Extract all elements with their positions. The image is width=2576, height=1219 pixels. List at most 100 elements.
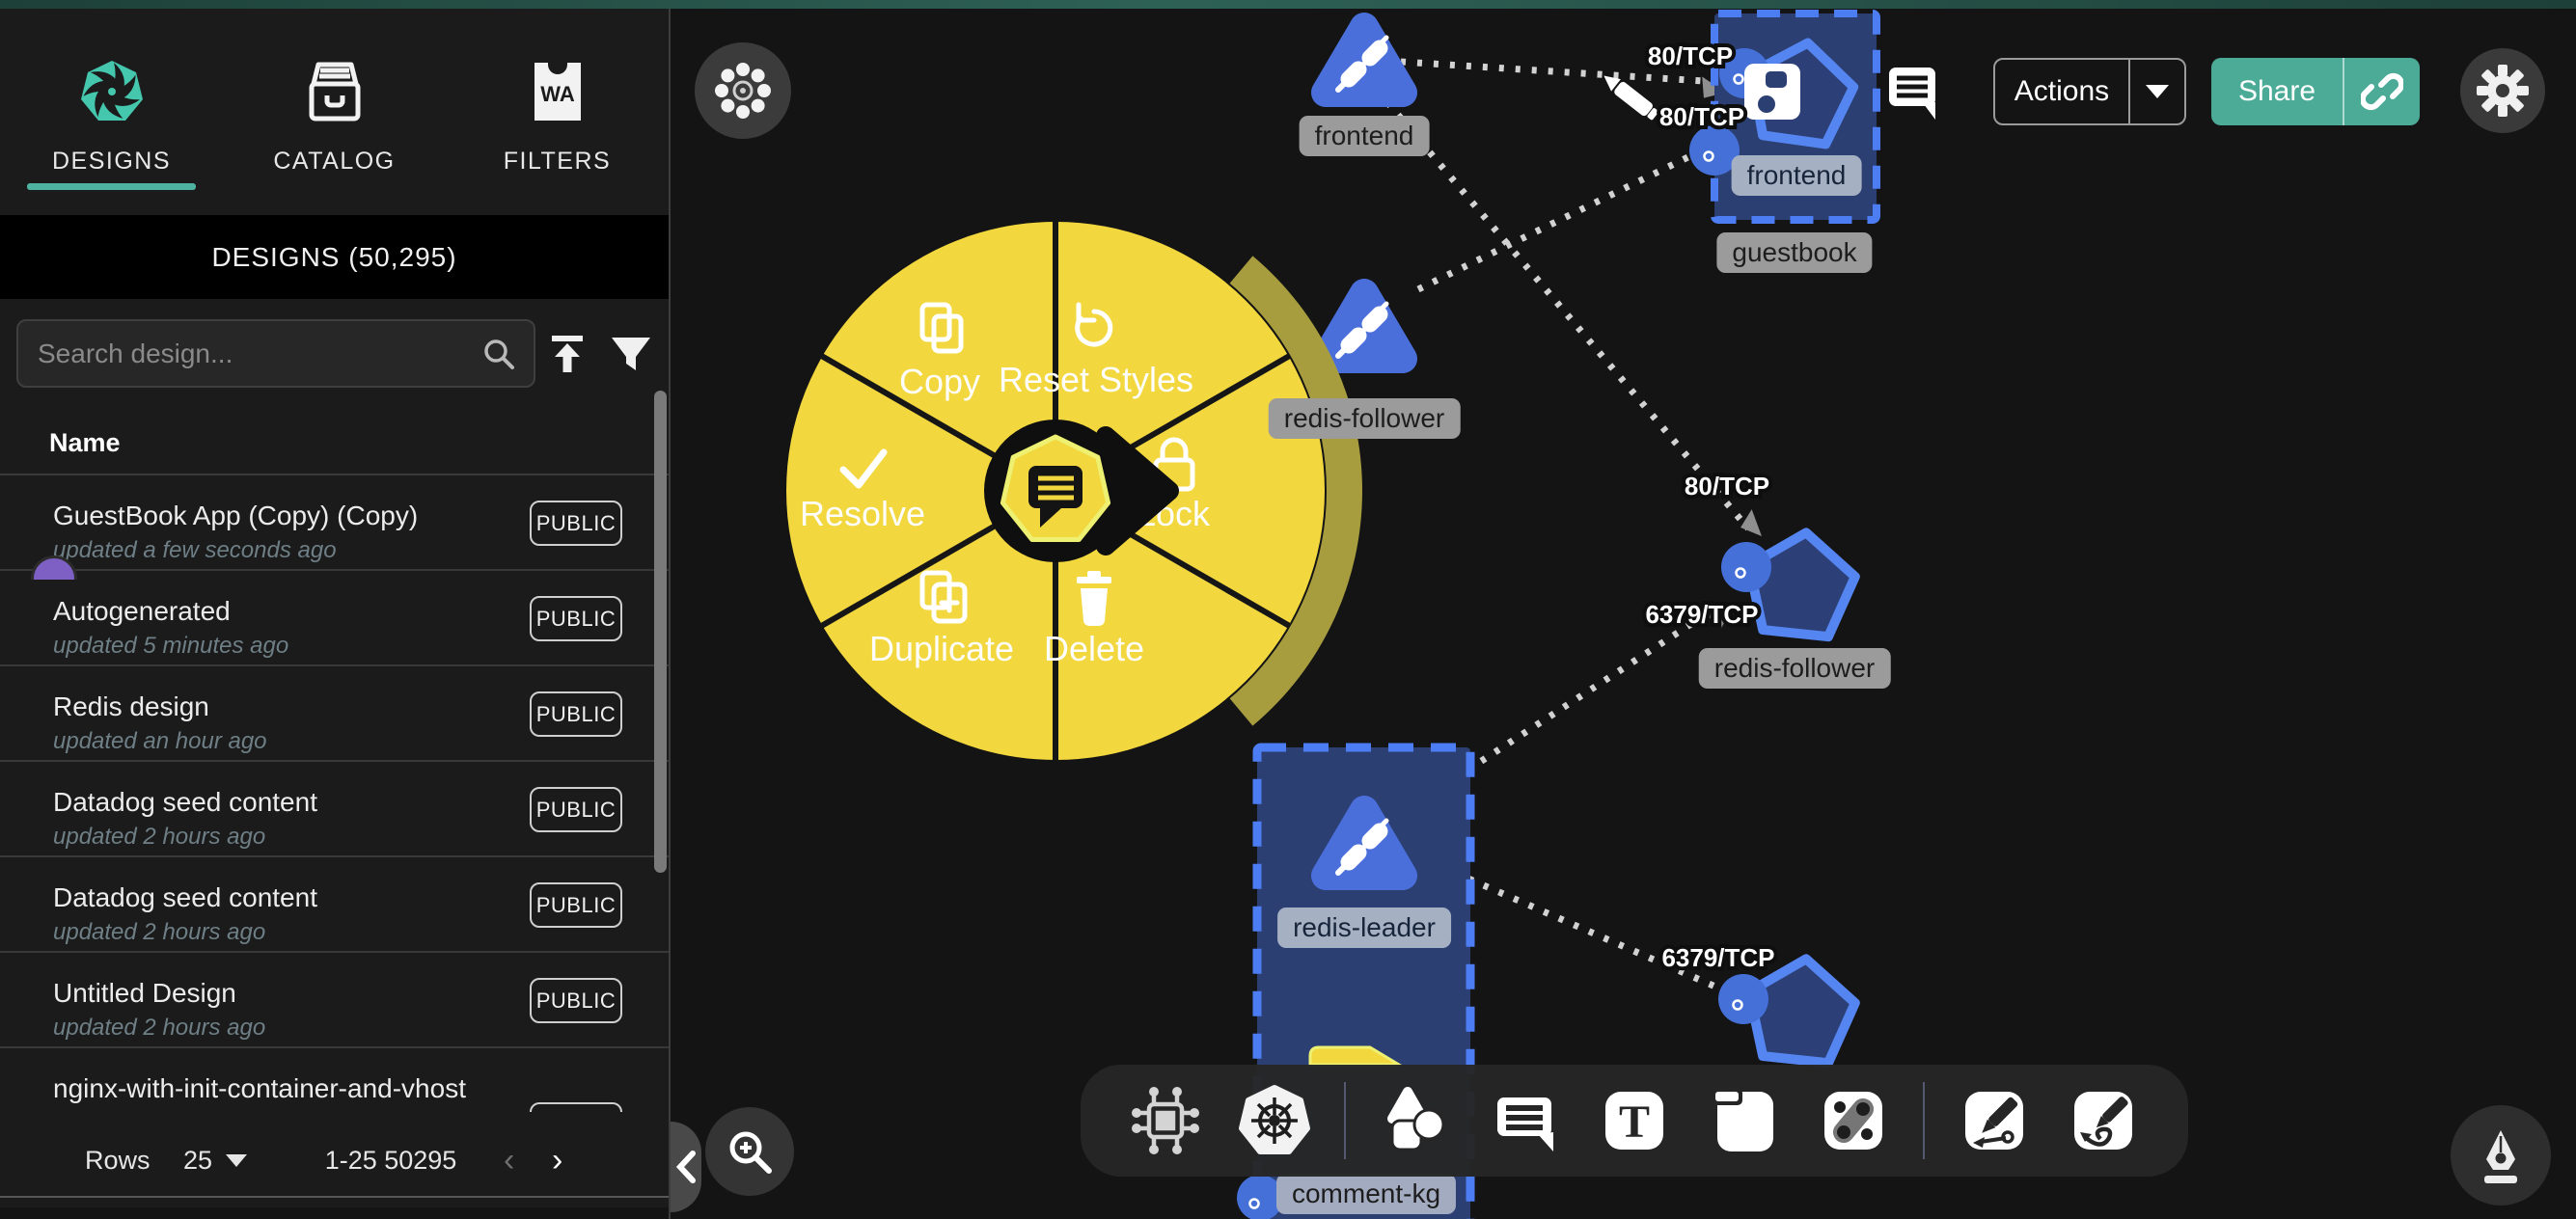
radial-item-duplicate[interactable]: Duplicate bbox=[869, 629, 1014, 668]
design-name: GuestBook App (Copy) (Copy) bbox=[53, 501, 418, 531]
toolbar-divider bbox=[1344, 1082, 1346, 1159]
design-name: nginx-with-init-container-and-vhost bbox=[53, 1073, 466, 1104]
filter-designs-button[interactable] bbox=[604, 328, 658, 382]
sidebar-scrollbar[interactable] bbox=[654, 391, 667, 873]
port-label: 80/TCP bbox=[1685, 472, 1769, 501]
note-tool-icon bbox=[1706, 1082, 1783, 1159]
copy-link-button[interactable] bbox=[2344, 70, 2420, 113]
design-row[interactable]: Datadog seed content updated 2 hours ago… bbox=[0, 762, 669, 857]
redis-follower-triangle[interactable] bbox=[1326, 293, 1403, 359]
radial-item-copy[interactable]: Copy bbox=[899, 362, 980, 401]
search-design-input[interactable] bbox=[18, 339, 480, 369]
actions-label: Actions bbox=[1995, 75, 2128, 108]
design-row[interactable]: Autogenerated updated 5 minutes ago PUBL… bbox=[0, 571, 669, 666]
settings-button[interactable] bbox=[2460, 48, 2545, 133]
active-tab-underline bbox=[27, 183, 196, 190]
comment-bubble-icon[interactable] bbox=[1889, 68, 1935, 120]
design-row[interactable]: Redis design updated an hour ago PUBLIC bbox=[0, 666, 669, 762]
tab-filters-label: FILTERS bbox=[504, 148, 611, 176]
tab-designs[interactable]: DESIGNS bbox=[0, 9, 223, 215]
node-label-redis-follower-service[interactable]: redis-follower bbox=[1699, 648, 1891, 689]
kubernetes-components-button[interactable] bbox=[1225, 1074, 1326, 1167]
designs-count-title: DESIGNS (50,295) bbox=[211, 242, 456, 273]
upload-icon bbox=[544, 332, 590, 378]
visibility-badge[interactable]: PUBLIC bbox=[530, 596, 622, 641]
top-accent-strip bbox=[0, 0, 2576, 9]
radial-item-reset-styles[interactable]: Reset Styles bbox=[999, 360, 1193, 399]
actions-button[interactable]: Actions bbox=[1993, 58, 2186, 125]
share-label: Share bbox=[2211, 75, 2343, 108]
zoom-in-button[interactable] bbox=[705, 1107, 794, 1196]
search-row bbox=[0, 299, 669, 407]
design-row[interactable]: Untitled Design updated 2 hours ago PUBL… bbox=[0, 953, 669, 1048]
edge-draw-tool-button[interactable] bbox=[1944, 1074, 2044, 1167]
design-updated: updated 2 hours ago bbox=[53, 824, 265, 851]
comment-tool-icon bbox=[1486, 1082, 1563, 1159]
edge-frontend-redis-follower[interactable] bbox=[1387, 102, 1748, 528]
visibility-badge[interactable]: PUBLIC bbox=[530, 691, 622, 737]
design-updated: updated a few seconds ago bbox=[53, 537, 337, 564]
zoom-in-icon bbox=[723, 1124, 777, 1178]
visibility-badge[interactable]: PUBLIC bbox=[530, 787, 622, 832]
visibility-badge[interactable]: PUBLIC bbox=[530, 501, 622, 546]
design-name: Autogenerated bbox=[53, 596, 231, 627]
import-design-button[interactable] bbox=[540, 328, 594, 382]
tab-filters[interactable]: WA FILTERS bbox=[446, 9, 669, 215]
share-button[interactable]: Share bbox=[2211, 58, 2420, 125]
shapes-icon bbox=[1377, 1082, 1454, 1159]
kubernetes-icon bbox=[1238, 1084, 1311, 1157]
circuit-board-icon bbox=[1129, 1084, 1202, 1157]
node-label-guestbook-frontend[interactable]: frontend bbox=[1732, 155, 1862, 196]
catalog-archive-icon bbox=[300, 57, 370, 126]
component-picker-button[interactable] bbox=[1115, 1074, 1216, 1167]
toolbar-divider bbox=[1923, 1082, 1925, 1159]
tab-designs-label: DESIGNS bbox=[52, 148, 171, 176]
meshery-logo-icon bbox=[77, 57, 147, 126]
design-updated: updated 2 hours ago bbox=[53, 919, 265, 946]
save-icon[interactable] bbox=[1744, 64, 1800, 120]
design-row[interactable]: GuestBook App (Copy) (Copy) updated a fe… bbox=[0, 475, 669, 571]
text-tool-button[interactable]: T bbox=[1584, 1074, 1685, 1167]
radial-item-delete[interactable]: Delete bbox=[1044, 629, 1144, 668]
visibility-badge[interactable]: PUBLIC bbox=[530, 1102, 622, 1112]
node-label-comment-kg[interactable]: comment-kg bbox=[1276, 1174, 1456, 1214]
design-search-box[interactable] bbox=[16, 319, 535, 388]
chevron-left-icon bbox=[675, 1151, 697, 1183]
shapes-tool-button[interactable] bbox=[1365, 1074, 1466, 1167]
node-label-frontend[interactable]: frontend bbox=[1300, 116, 1430, 156]
note-tool-button[interactable] bbox=[1694, 1074, 1795, 1167]
pen-arrow-icon bbox=[1956, 1082, 2033, 1159]
frontend-triangle[interactable] bbox=[1326, 27, 1403, 93]
sidebar-footer: Rows 25 1-25 50295 ‹ › bbox=[0, 1113, 669, 1219]
comment-tool-button[interactable] bbox=[1475, 1074, 1576, 1167]
design-row[interactable]: nginx-with-init-container-and-vhost PUBL… bbox=[0, 1048, 669, 1112]
next-page-button[interactable]: › bbox=[552, 1142, 562, 1179]
freehand-draw-tool-button[interactable] bbox=[2053, 1074, 2153, 1167]
node-label-redis-follower[interactable]: redis-follower bbox=[1269, 398, 1461, 439]
design-name: Datadog seed content bbox=[53, 787, 317, 818]
tab-catalog-label: CATALOG bbox=[273, 148, 395, 176]
actions-dropdown-toggle[interactable] bbox=[2130, 85, 2184, 98]
visibility-badge[interactable]: PUBLIC bbox=[530, 978, 622, 1023]
layout-freeze-button[interactable] bbox=[695, 42, 791, 139]
group-label-guestbook[interactable]: guestbook bbox=[1716, 232, 1872, 273]
port-circle[interactable] bbox=[1718, 974, 1768, 1024]
link-tool-button[interactable] bbox=[1803, 1074, 1904, 1167]
rows-per-page-select[interactable]: 25 bbox=[183, 1146, 247, 1176]
pagination: Rows 25 1-25 50295 ‹ › bbox=[0, 1113, 669, 1207]
node-label-redis-leader[interactable]: redis-leader bbox=[1277, 907, 1451, 948]
draw-mode-button[interactable] bbox=[2451, 1105, 2551, 1205]
port-label: 6379/TCP bbox=[1661, 943, 1774, 972]
svg-text:T: T bbox=[1619, 1097, 1650, 1148]
wasm-filter-icon: WA bbox=[523, 57, 592, 126]
prev-page-button[interactable]: ‹ bbox=[504, 1142, 514, 1179]
design-row[interactable]: Datadog seed content updated 2 hours ago… bbox=[0, 857, 669, 953]
avatar bbox=[31, 555, 77, 580]
pagination-range: 1-25 50295 bbox=[318, 1146, 463, 1176]
edge-redis-follower-guestbook[interactable] bbox=[1418, 147, 1710, 289]
tab-catalog[interactable]: CATALOG bbox=[223, 9, 446, 215]
visibility-badge[interactable]: PUBLIC bbox=[530, 882, 622, 928]
shape-toolbar: T bbox=[1081, 1065, 2188, 1177]
port-circle[interactable] bbox=[1721, 542, 1771, 592]
radial-item-resolve[interactable]: Resolve bbox=[800, 494, 925, 533]
